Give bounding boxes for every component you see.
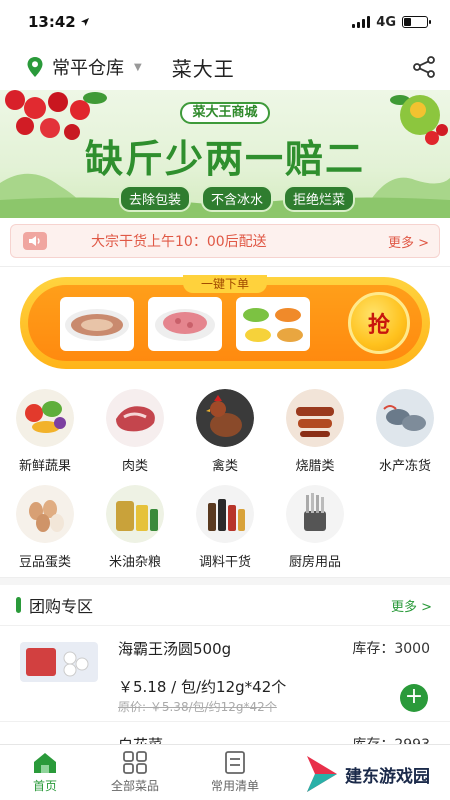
product-item[interactable]: 海霸王汤圆500g 库存：3000 ￥5.18 / 包/约12g*42个 原价:… bbox=[0, 625, 450, 721]
group-buy-header: 团购专区 更多 > bbox=[0, 585, 450, 625]
roast-meat-icon bbox=[286, 389, 344, 447]
list-icon bbox=[225, 751, 245, 774]
banner-tag: 去除包装 bbox=[118, 185, 191, 212]
home-icon bbox=[34, 753, 56, 773]
category-item[interactable]: 烧腊类 bbox=[270, 381, 360, 477]
product-image bbox=[20, 642, 98, 682]
tab-common-list[interactable]: 常用清单 bbox=[180, 745, 290, 800]
grid-icon bbox=[123, 751, 147, 774]
group-buy-title: 团购专区 bbox=[29, 597, 94, 616]
one-click-label: 一键下单 bbox=[182, 275, 268, 293]
banner-tag: 不含冰水 bbox=[200, 185, 273, 212]
tab-label: 全部菜品 bbox=[110, 779, 159, 793]
meat-icon bbox=[106, 389, 164, 447]
rice-oil-icon bbox=[106, 485, 164, 543]
category-label: 调料干货 bbox=[198, 555, 251, 570]
product-name: 海霸王汤圆500g bbox=[118, 640, 232, 658]
tab-label: 首页 bbox=[32, 779, 57, 793]
eggs-icon bbox=[16, 485, 74, 543]
share-button[interactable] bbox=[412, 55, 436, 83]
product-price: ￥5.18 / 包/约12g*42个 bbox=[118, 678, 287, 696]
location-arrow-icon bbox=[80, 18, 89, 26]
poultry-icon bbox=[196, 389, 254, 447]
category-label: 米油杂粮 bbox=[108, 555, 161, 570]
watermark: 建东游戏园 bbox=[305, 754, 430, 794]
speaker-icon bbox=[23, 232, 47, 250]
category-label: 禽类 bbox=[211, 459, 238, 474]
product-original-price: 原价: ￥5.38/包/约12g*42个 bbox=[118, 700, 277, 714]
section-separator bbox=[0, 577, 450, 585]
category-label: 烧腊类 bbox=[295, 459, 335, 474]
category-label: 新鲜蔬果 bbox=[18, 459, 71, 474]
seafood-icon bbox=[376, 389, 434, 447]
banner-tags: 去除包装 不含冰水 拒绝烂菜 bbox=[0, 185, 450, 212]
category-item[interactable]: 新鲜蔬果 bbox=[0, 381, 90, 477]
divider bbox=[0, 266, 450, 267]
warehouse-selector[interactable]: 常平仓库 ▼ bbox=[26, 54, 142, 80]
banner-tag: 拒绝烂菜 bbox=[283, 185, 356, 212]
signal-icon bbox=[352, 16, 371, 28]
tab-label: 常用清单 bbox=[210, 779, 259, 793]
location-pin-icon bbox=[27, 57, 43, 77]
tab-bar: 首页 全部菜品 常用清单 建东游戏园 bbox=[0, 744, 450, 800]
chevron-down-icon: ▼ bbox=[134, 61, 142, 73]
category-label: 水产冻货 bbox=[378, 459, 431, 474]
category-item[interactable]: 禽类 bbox=[180, 381, 270, 477]
watermark-text: 建东游戏园 bbox=[345, 766, 430, 787]
minced-meat-plate-icon bbox=[155, 309, 215, 341]
warehouse-label: 常平仓库 bbox=[52, 58, 124, 79]
add-to-cart-button[interactable]: + bbox=[400, 684, 428, 712]
category-item[interactable]: 肉类 bbox=[90, 381, 180, 477]
page-title: 菜大王 bbox=[171, 56, 235, 81]
category-item[interactable]: 豆品蛋类 bbox=[0, 477, 90, 573]
category-item[interactable]: 水产冻货 bbox=[360, 381, 450, 477]
category-label: 厨房用品 bbox=[288, 555, 341, 570]
seasoning-icon bbox=[196, 485, 254, 543]
sliced-meat-plate-icon bbox=[65, 309, 129, 341]
dish-card[interactable] bbox=[148, 297, 222, 351]
battery-icon bbox=[402, 16, 431, 28]
product-stock: 库存：3000 bbox=[352, 641, 430, 657]
banner-badge: 菜大王商城 bbox=[180, 102, 270, 124]
veg-bowls-icon bbox=[243, 308, 303, 342]
notice-bar[interactable]: 大宗干货上午10：00后配送 更多 > bbox=[10, 224, 440, 258]
dish-card[interactable] bbox=[60, 297, 134, 351]
category-item[interactable]: 厨房用品 bbox=[270, 477, 360, 573]
vegetables-icon bbox=[16, 389, 74, 447]
network-label: 4G bbox=[376, 14, 396, 30]
status-time: 13:42 bbox=[28, 13, 76, 31]
category-item[interactable]: 调料干货 bbox=[180, 477, 270, 573]
status-bar: 13:42 4G bbox=[0, 0, 450, 44]
app-header: 常平仓库 ▼ 菜大王 bbox=[0, 44, 450, 90]
notice-text: 大宗干货上午10：00后配送 bbox=[91, 234, 267, 250]
watermark-logo-icon bbox=[307, 756, 337, 792]
notice-more-link[interactable]: 更多 > bbox=[388, 232, 429, 251]
category-grid: 新鲜蔬果 肉类 禽类 烧腊类 水产冻货 豆品蛋类 米油杂粮 调料干货 厨房用品 bbox=[0, 381, 450, 573]
promo-banner[interactable]: 菜大王商城 缺斤少两一赔二 去除包装 不含冰水 拒绝烂菜 bbox=[0, 90, 450, 218]
section-marker bbox=[16, 597, 21, 613]
category-item[interactable]: 米油杂粮 bbox=[90, 477, 180, 573]
tab-all-dishes[interactable]: 全部菜品 bbox=[90, 745, 180, 800]
kitchenware-icon bbox=[286, 485, 344, 543]
group-buy-more-link[interactable]: 更多 > bbox=[391, 596, 432, 615]
one-click-order[interactable]: 一键下单 抢 bbox=[20, 275, 430, 369]
category-label: 豆品蛋类 bbox=[18, 555, 71, 570]
tab-home[interactable]: 首页 bbox=[0, 745, 90, 800]
banner-headline: 缺斤少两一赔二 bbox=[84, 136, 365, 181]
grab-button[interactable]: 抢 bbox=[348, 292, 410, 354]
battery-level bbox=[404, 18, 411, 26]
category-label: 肉类 bbox=[121, 459, 148, 474]
dish-card[interactable] bbox=[236, 297, 310, 351]
share-icon bbox=[413, 56, 435, 78]
